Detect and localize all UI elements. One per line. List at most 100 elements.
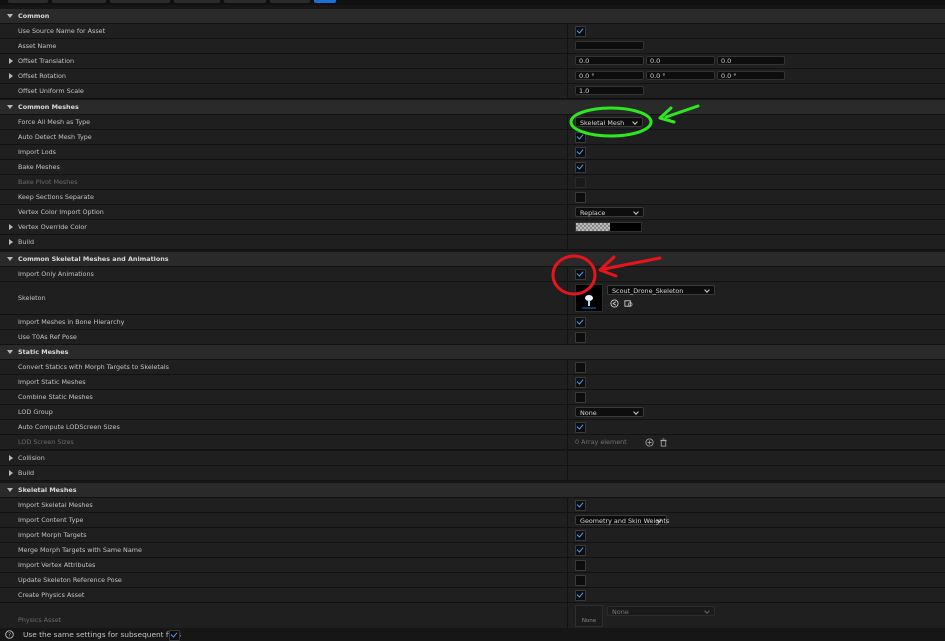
category-common-skeletal[interactable]: Common Skeletal Meshes and Animations: [0, 252, 945, 267]
vertex-color-option-dropdown[interactable]: Replace: [575, 207, 644, 217]
expand-arrow-icon[interactable]: [9, 239, 13, 245]
asset-name-input[interactable]: [575, 41, 644, 50]
row-vertex-override-color: Vertex Override Color: [0, 220, 945, 235]
row-static-build: Build: [0, 466, 945, 481]
import-content-type-dropdown[interactable]: Geometry and Skin Weights: [575, 515, 670, 525]
property-label: Bake Meshes: [18, 163, 60, 171]
row-combine-static: Combine Static Meshes: [0, 390, 945, 405]
skeleton-dropdown[interactable]: Scout_Drone_Skeleton: [607, 285, 715, 295]
row-import-content-type: Import Content Type Geometry and Skin We…: [0, 513, 945, 528]
expand-arrow-icon[interactable]: [9, 224, 13, 230]
expand-arrow-icon[interactable]: [9, 455, 13, 461]
row-force-all-mesh: Force All Mesh as Type Skeletal Mesh: [0, 115, 945, 130]
row-use-source-name: Use Source Name for Asset: [0, 24, 945, 39]
top-tab[interactable]: [224, 0, 266, 3]
same-settings-checkbox[interactable]: [169, 630, 180, 641]
offset-rotation-y[interactable]: 0.0 °: [646, 71, 715, 80]
row-build: Build: [0, 235, 945, 250]
row-import-morph: Import Morph Targets: [0, 528, 945, 543]
chevron-down-icon: [704, 608, 710, 614]
combine-static-checkbox[interactable]: [575, 392, 586, 403]
expand-arrow-icon[interactable]: [7, 14, 13, 18]
property-label: Offset Uniform Scale: [18, 87, 84, 95]
auto-detect-checkbox[interactable]: [575, 132, 586, 143]
expand-arrow-icon[interactable]: [7, 488, 13, 492]
chevron-down-icon: [704, 287, 710, 293]
update-skeleton-ref-checkbox[interactable]: [575, 575, 586, 586]
use-source-name-checkbox[interactable]: [575, 26, 586, 37]
offset-rotation-z[interactable]: 0.0 °: [717, 71, 785, 80]
top-tab[interactable]: [174, 0, 220, 3]
property-label: Import Lods: [18, 148, 56, 156]
offset-translation-z[interactable]: 0.0: [717, 56, 785, 65]
expand-arrow-icon[interactable]: [9, 73, 13, 79]
bake-meshes-checkbox[interactable]: [575, 162, 586, 173]
top-tab[interactable]: [270, 0, 310, 3]
create-physics-checkbox[interactable]: [575, 590, 586, 601]
row-skeleton: Skeleton Scout_Drone_Skeleton: [0, 282, 945, 315]
row-asset-name: Asset Name: [0, 39, 945, 54]
footer-bar: ? Use the same settings for subsequent f…: [0, 628, 945, 641]
category-common[interactable]: Common: [0, 9, 945, 24]
offset-translation-x[interactable]: 0.0: [575, 56, 644, 65]
row-merge-morph: Merge Morph Targets with Same Name: [0, 543, 945, 558]
row-convert-statics: Convert Statics with Morph Targets to Sk…: [0, 360, 945, 375]
import-static-checkbox[interactable]: [575, 377, 586, 388]
use-t0as-checkbox[interactable]: [575, 332, 586, 343]
property-label: LOD Screen Sizes: [18, 438, 74, 446]
import-morph-checkbox[interactable]: [575, 530, 586, 541]
import-lods-checkbox[interactable]: [575, 147, 586, 158]
expand-arrow-icon[interactable]: [7, 257, 13, 261]
keep-sections-checkbox[interactable]: [575, 192, 586, 203]
dropdown-value: None: [580, 409, 597, 417]
expand-arrow-icon[interactable]: [9, 470, 13, 476]
lod-group-dropdown[interactable]: None: [575, 407, 644, 417]
row-use-t0as: Use T0As Ref Pose: [0, 330, 945, 345]
row-auto-compute: Auto Compute LODScreen Sizes: [0, 420, 945, 435]
chevron-down-icon: [633, 209, 639, 215]
offset-translation-y[interactable]: 0.0: [646, 56, 715, 65]
offset-uniform-scale-input[interactable]: 1.0: [575, 86, 644, 95]
skeleton-thumbnail[interactable]: [575, 284, 603, 312]
property-label: Auto Compute LODScreen Sizes: [18, 423, 120, 431]
row-bake-pivot: Bake Pivot Meshes: [0, 175, 945, 190]
help-icon[interactable]: ?: [5, 630, 14, 639]
row-vertex-color-option: Vertex Color Import Option Replace: [0, 205, 945, 220]
row-offset-rotation: Offset Rotation 0.0 ° 0.0 ° 0.0 °: [0, 69, 945, 84]
property-label: Import Vertex Attributes: [18, 561, 96, 569]
auto-compute-checkbox[interactable]: [575, 422, 586, 433]
physics-asset-dropdown: None: [607, 606, 715, 616]
category-skeletal-meshes[interactable]: Skeletal Meshes: [0, 483, 945, 498]
expand-arrow-icon[interactable]: [9, 58, 13, 64]
top-tab-active[interactable]: [314, 0, 336, 3]
trash-icon[interactable]: [659, 438, 668, 447]
row-import-vertex-attributes: Import Vertex Attributes: [0, 558, 945, 573]
browse-asset-icon[interactable]: [624, 299, 633, 308]
top-tab[interactable]: [52, 0, 106, 3]
vertex-override-color-swatch[interactable]: [575, 222, 642, 232]
merge-morph-checkbox[interactable]: [575, 545, 586, 556]
offset-rotation-x[interactable]: 0.0 °: [575, 71, 644, 80]
dropdown-value: Geometry and Skin Weights: [580, 517, 670, 525]
property-label: Merge Morph Targets with Same Name: [18, 546, 142, 554]
property-label: Import Only Animations: [18, 270, 94, 278]
convert-statics-checkbox[interactable]: [575, 362, 586, 373]
bake-pivot-checkbox: [575, 177, 586, 188]
expand-arrow-icon[interactable]: [7, 105, 13, 109]
import-skeletal-checkbox[interactable]: [575, 500, 586, 511]
row-import-static: Import Static Meshes: [0, 375, 945, 390]
category-static-meshes[interactable]: Static Meshes: [0, 345, 945, 360]
property-label: Import Content Type: [18, 516, 84, 524]
top-tab[interactable]: [8, 0, 48, 3]
import-only-animations-checkbox[interactable]: [575, 269, 586, 280]
category-common-meshes[interactable]: Common Meshes: [0, 100, 945, 115]
import-vertex-attributes-checkbox[interactable]: [575, 560, 586, 571]
category-title: Static Meshes: [18, 348, 69, 356]
top-tab[interactable]: [110, 0, 170, 3]
drone-thumbnail-icon: [576, 285, 602, 311]
force-all-mesh-dropdown[interactable]: Skeletal Mesh: [575, 117, 643, 127]
add-element-icon[interactable]: [645, 438, 654, 447]
use-selected-asset-icon[interactable]: [610, 299, 619, 308]
expand-arrow-icon[interactable]: [7, 350, 13, 354]
import-meshes-bone-checkbox[interactable]: [575, 317, 586, 328]
